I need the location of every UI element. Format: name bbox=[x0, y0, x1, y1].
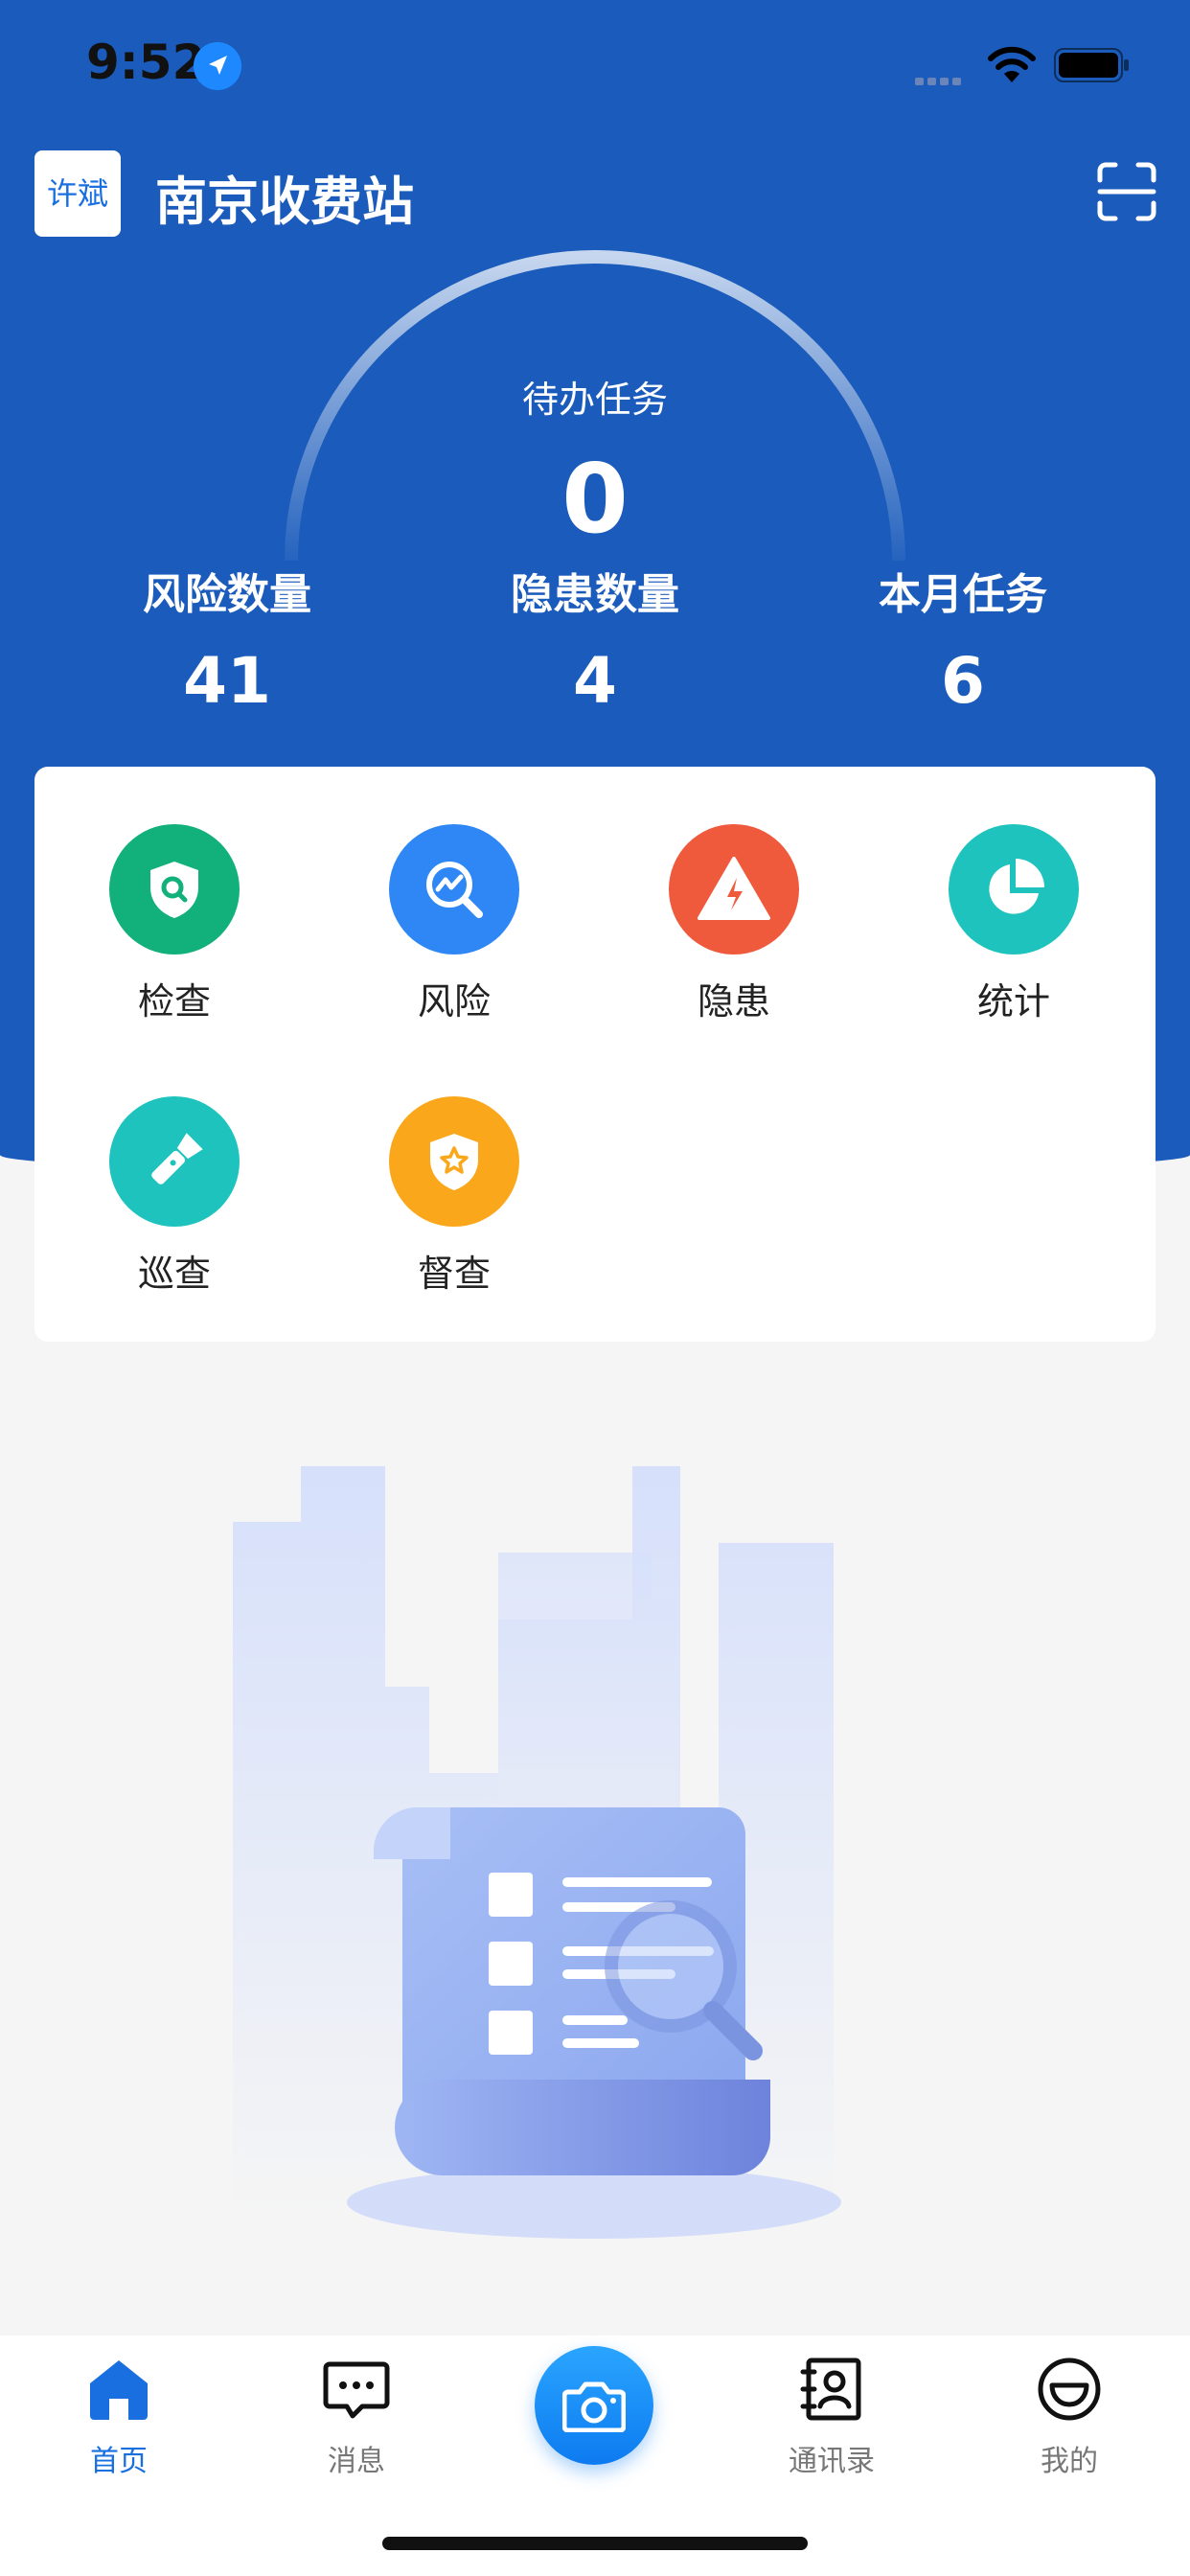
menu-item-supervision[interactable]: 督查 bbox=[358, 1096, 550, 1297]
pending-tasks-label: 待办任务 bbox=[521, 379, 668, 421]
tab-label: 我的 bbox=[1041, 2445, 1098, 2478]
tab-label: 通讯录 bbox=[789, 2445, 875, 2478]
tab-profile[interactable]: 我的 bbox=[993, 2355, 1146, 2479]
function-grid: 检查 风险 隐患 统计 巡查 督查 bbox=[34, 767, 1156, 1342]
scan-icon[interactable] bbox=[1096, 161, 1157, 222]
hazard-count-label: 隐患数量 bbox=[511, 570, 679, 619]
tab-messages[interactable]: 消息 bbox=[280, 2355, 433, 2479]
flashlight-icon bbox=[109, 1096, 240, 1227]
menu-item-label: 风险 bbox=[417, 980, 491, 1023]
risk-search-icon bbox=[389, 824, 519, 954]
monthly-tasks-label: 本月任务 bbox=[879, 570, 1047, 619]
location-arrow-icon bbox=[194, 42, 241, 90]
battery-icon bbox=[1054, 48, 1129, 82]
risk-count-value[interactable]: 41 bbox=[69, 644, 385, 718]
page-title: 南京收费站 bbox=[155, 172, 414, 232]
home-screen: 9:52 许斌 南京收费站 待办任务 0 风险数量 41 隐患数量 4 本月任务… bbox=[0, 0, 1190, 2576]
wifi-icon bbox=[988, 46, 1036, 82]
message-icon bbox=[323, 2361, 390, 2419]
camera-button[interactable] bbox=[535, 2346, 653, 2465]
shield-star-icon bbox=[389, 1096, 519, 1227]
shield-search-icon bbox=[109, 824, 240, 954]
menu-item-label: 检查 bbox=[137, 980, 211, 1023]
menu-item-risk[interactable]: 风险 bbox=[358, 824, 550, 1024]
menu-item-patrol[interactable]: 巡查 bbox=[79, 1096, 270, 1297]
menu-item-label: 统计 bbox=[976, 980, 1050, 1023]
profile-icon bbox=[1038, 2358, 1101, 2421]
empty-state-illustration bbox=[233, 1466, 841, 2239]
status-time: 9:52 bbox=[86, 34, 206, 90]
menu-item-label: 督查 bbox=[417, 1253, 491, 1295]
menu-item-label: 巡查 bbox=[137, 1253, 211, 1295]
home-indicator bbox=[382, 2537, 808, 2550]
tab-contacts[interactable]: 通讯录 bbox=[755, 2355, 908, 2479]
status-bar: 9:52 bbox=[0, 0, 1190, 129]
contacts-icon bbox=[800, 2358, 861, 2421]
tab-label: 首页 bbox=[90, 2445, 148, 2478]
warning-triangle-icon bbox=[669, 824, 799, 954]
pie-chart-icon bbox=[949, 824, 1079, 954]
user-avatar[interactable]: 许斌 bbox=[34, 150, 121, 237]
cellular-signal-icon bbox=[915, 71, 965, 89]
monthly-tasks-value[interactable]: 6 bbox=[805, 644, 1121, 718]
menu-item-label: 隐患 bbox=[697, 980, 770, 1023]
risk-count-label: 风险数量 bbox=[143, 570, 311, 619]
menu-item-hazard[interactable]: 隐患 bbox=[638, 824, 830, 1024]
menu-item-inspection[interactable]: 检查 bbox=[79, 824, 270, 1024]
tab-label: 消息 bbox=[328, 2445, 385, 2478]
pending-tasks-value: 0 bbox=[561, 443, 629, 555]
home-icon bbox=[90, 2360, 148, 2420]
tab-home[interactable]: 首页 bbox=[42, 2355, 195, 2479]
camera-icon bbox=[562, 2381, 626, 2432]
hazard-count-value[interactable]: 4 bbox=[437, 644, 753, 718]
menu-item-statistics[interactable]: 统计 bbox=[918, 824, 1110, 1024]
